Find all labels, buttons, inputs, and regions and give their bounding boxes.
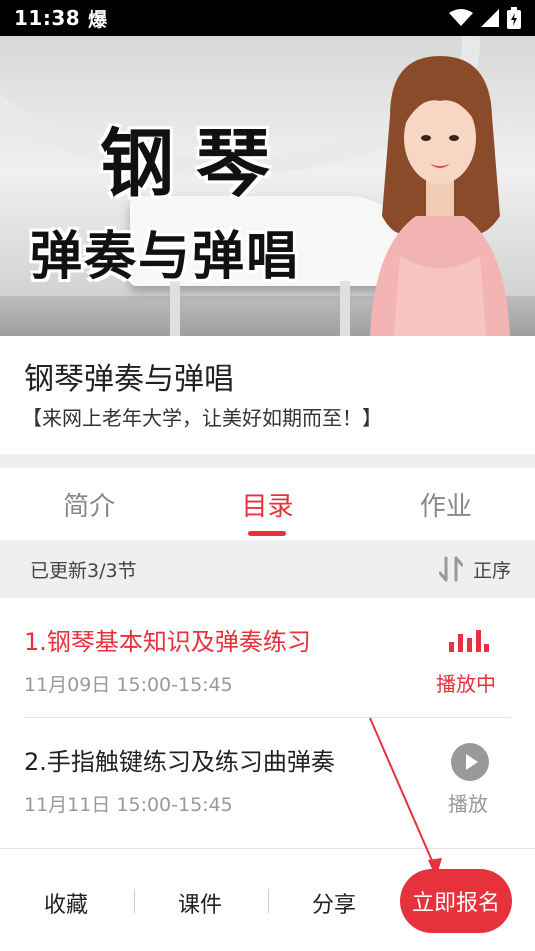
collect-button[interactable]: 收藏 (44, 887, 88, 919)
lesson-item[interactable]: 1.钢琴基本知识及弹奏练习 11月09日 15:00-15:45 播放中 (0, 598, 535, 718)
status-bar: 11:38 爆 (0, 0, 535, 36)
battery-icon (507, 7, 521, 29)
course-subtitle: 【来网上老年大学，让美好如期而至！】 (22, 406, 382, 430)
status-indicators (449, 7, 521, 29)
bottom-divider (268, 889, 269, 913)
update-count: 已更新3/3节 (30, 559, 137, 582)
lesson-time: 11月11日 15:00-15:45 (24, 794, 233, 816)
bottom-divider (134, 889, 135, 913)
banner-title-line2: 弹奏与弹唱 (30, 227, 301, 287)
sort-toggle[interactable]: 正序 (438, 556, 511, 583)
tab-label: 简介 (63, 491, 116, 522)
teacher-photo (370, 56, 510, 336)
sort-label: 正序 (472, 559, 511, 582)
banner-title-line1: 钢琴 (100, 121, 292, 207)
share-button[interactable]: 分享 (312, 887, 356, 919)
tab-intro[interactable]: 简介 (0, 468, 178, 540)
lesson-item[interactable]: 2.手指触键练习及练习曲弹奏 11月11日 15:00-15:45 播放 (0, 718, 535, 838)
tab-homework[interactable]: 作业 (357, 468, 535, 540)
tab-catalog[interactable]: 目录 (178, 468, 356, 540)
lesson-status: 播放中 (436, 672, 496, 696)
tab-label: 作业 (419, 491, 472, 522)
lesson-time: 11月09日 15:00-15:45 (24, 674, 233, 696)
lesson-status: 播放 (448, 792, 488, 816)
tab-label: 目录 (241, 491, 294, 522)
notification-icon: 爆 (88, 8, 108, 31)
signal-icon (481, 9, 499, 27)
catalog-header: 已更新3/3节 正序 (0, 540, 535, 598)
course-banner: 钢琴 弹奏与弹唱 (0, 36, 535, 336)
piano-leg (340, 281, 350, 336)
section-divider (0, 454, 535, 468)
lesson-title: 1.钢琴基本知识及弹奏练习 (24, 628, 311, 656)
piano-leg (170, 281, 180, 336)
playing-equalizer-icon (449, 630, 489, 652)
wifi-icon (449, 9, 473, 26)
bottom-action-bar: 收藏 课件 分享 立即报名 (0, 848, 535, 951)
course-info: 钢琴弹奏与弹唱 【来网上老年大学，让美好如期而至！】 (0, 336, 535, 454)
tab-active-indicator (248, 531, 287, 536)
sort-icon (438, 556, 463, 582)
status-time: 11:38 (14, 6, 81, 30)
enroll-button[interactable]: 立即报名 (400, 869, 512, 933)
play-icon[interactable] (450, 742, 490, 782)
course-tabs: 简介 目录 作业 (0, 468, 535, 540)
courseware-button[interactable]: 课件 (178, 887, 222, 919)
lesson-title: 2.手指触键练习及练习曲弹奏 (24, 748, 335, 776)
course-title: 钢琴弹奏与弹唱 (24, 362, 234, 397)
